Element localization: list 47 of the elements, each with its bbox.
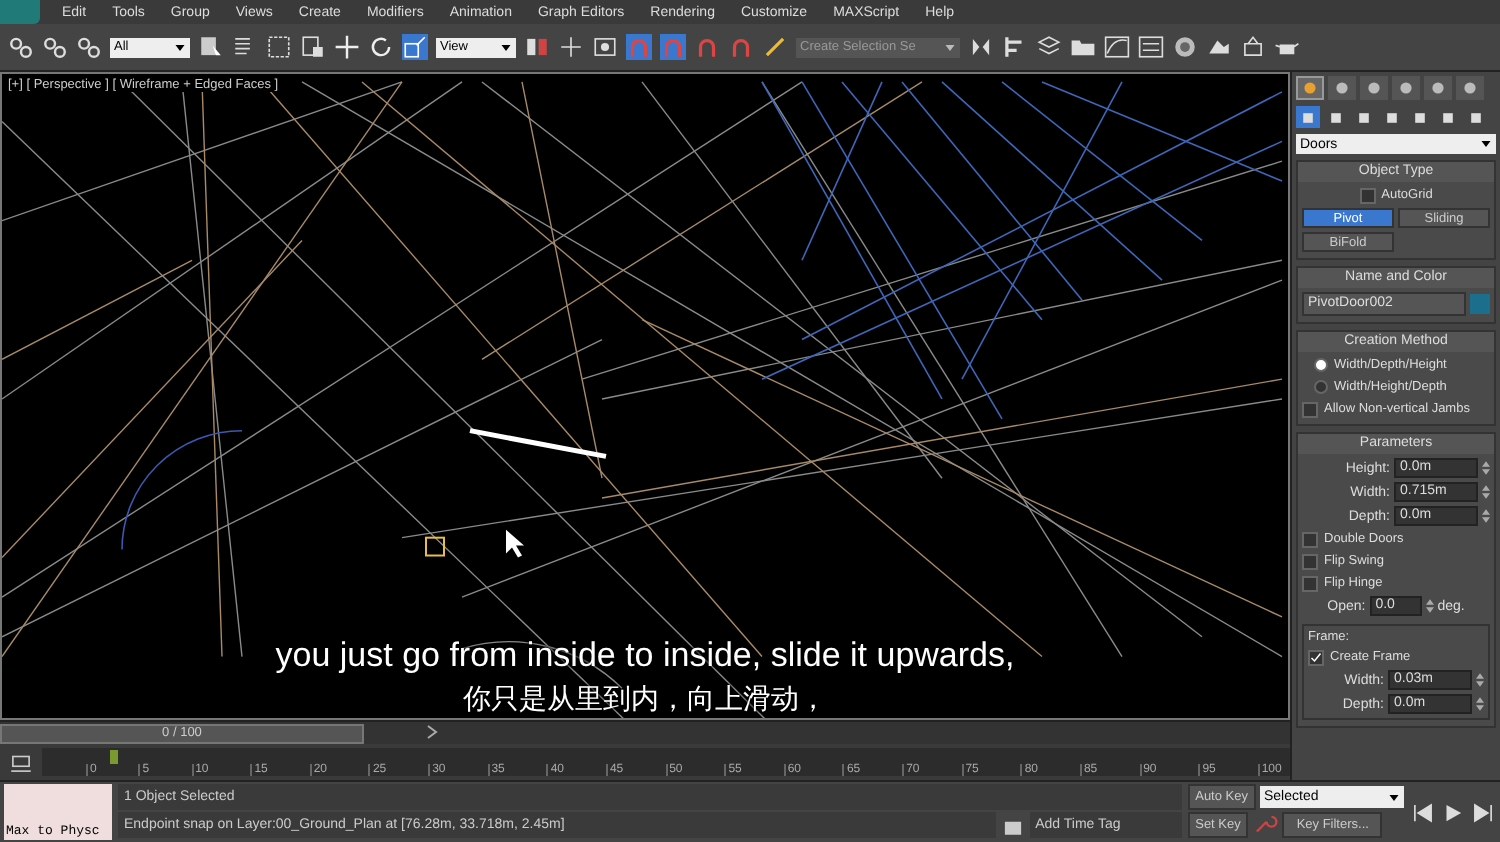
radio-icon[interactable] [1314,358,1328,372]
rotate-icon[interactable] [368,34,394,60]
command-panel-tab[interactable] [1360,76,1388,100]
crosshair-icon[interactable] [558,34,584,60]
spinner-arrows-icon[interactable] [1425,598,1434,614]
checkbox-icon[interactable] [1302,575,1318,591]
next-frame-icon[interactable] [424,724,440,740]
command-panel-tab[interactable] [1392,76,1420,100]
checkbox-icon[interactable] [1302,401,1318,417]
window-crossing-icon[interactable] [300,34,326,60]
spinner-arrows-icon[interactable] [1482,460,1490,476]
go-to-end-icon[interactable] [1470,799,1496,825]
spinner-arrows-icon[interactable] [1476,696,1484,712]
caret-icon [1388,791,1400,803]
schematic-icon[interactable] [1138,34,1164,60]
mirror-icon[interactable] [968,34,994,60]
checkbox-icon[interactable] [1308,649,1324,665]
command-panel-tab[interactable] [1328,76,1356,100]
scale-icon[interactable] [402,34,428,60]
select-cursor-icon[interactable] [198,34,224,60]
layers-icon[interactable] [1036,34,1062,60]
radio-icon[interactable] [1314,380,1328,394]
current-frame-marker [110,750,118,764]
command-panel-tab[interactable] [1456,76,1484,100]
material-sphere-icon[interactable] [1172,34,1198,60]
caret-icon [944,41,956,53]
caret-icon [1480,138,1492,150]
spinner-arrows-icon[interactable] [1482,508,1490,524]
go-to-start-icon[interactable] [1410,799,1436,825]
move-icon[interactable] [334,34,360,60]
spinner-arrows-icon[interactable] [1476,672,1484,688]
caret-icon [174,41,186,53]
checkbox-icon[interactable] [1302,553,1318,569]
selection-rectangle-icon[interactable] [266,34,292,60]
align-icon[interactable] [1002,34,1028,60]
subtitle-text: you just go from inside to inside, slide it upwards, [275,636,1015,676]
link-icon[interactable] [8,34,34,60]
checkbox-icon[interactable] [1359,187,1376,203]
command-panel-tab[interactable] [1424,76,1452,100]
object-color-swatch[interactable] [1470,294,1490,314]
curve-editor-icon[interactable] [1104,34,1130,60]
pencil-icon[interactable] [762,34,788,60]
spinner-arrows-icon[interactable] [1482,484,1490,500]
checkbox-icon[interactable] [1302,531,1318,547]
category-button[interactable] [1296,106,1320,128]
caret-icon [500,41,512,53]
subtitle-text: 你只是从里到内，向上滑动， [463,682,827,718]
